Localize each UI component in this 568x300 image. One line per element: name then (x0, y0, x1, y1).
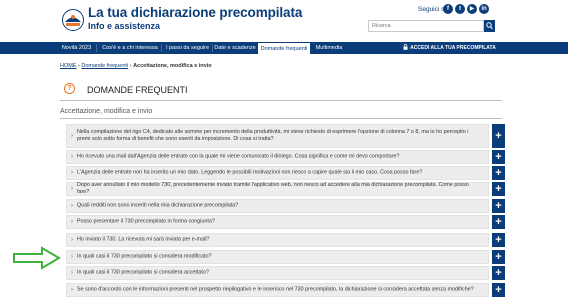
nav-item-domande-frequenti[interactable]: Domande frequenti (258, 42, 310, 54)
faq-item[interactable]: › In quali casi il 730 precompilato si c… (66, 250, 489, 264)
plus-icon: + (495, 284, 502, 296)
breadcrumb: HOME › Domande frequenti › Accettazione,… (60, 63, 212, 69)
chevron-right-icon: › (71, 154, 73, 160)
breadcrumb-home[interactable]: HOME (60, 63, 77, 69)
access-precompilata-button[interactable]: ACCEDI ALLA TUA PRECOMPILATA (397, 42, 502, 54)
faq-item[interactable]: › L'Agenzia delle entrate non ha inserit… (66, 166, 489, 180)
breadcrumb-domande-frequenti[interactable]: Domande frequenti (81, 63, 128, 69)
site-title[interactable]: La tua dichiarazione precompilata (88, 5, 302, 20)
faq-item[interactable]: › Ho ricevuto una mail dall'Agenzia dell… (66, 150, 489, 164)
faq-expand-button[interactable]: + (492, 250, 505, 264)
nav-separator (96, 44, 97, 52)
linkedin-icon[interactable]: in (479, 4, 489, 14)
faq-question: Ho inviato il 730. La ricevuta mi sarà i… (77, 236, 210, 243)
faq-expand-button[interactable]: + (492, 150, 505, 164)
nav-item-date-scadenze[interactable]: Date e scadenze (214, 42, 256, 54)
plus-icon: + (495, 251, 502, 263)
lock-icon (403, 44, 408, 50)
chevron-right-icon: › (71, 237, 73, 243)
faq-question: Posso presentare il 730 precompilato in … (77, 218, 215, 225)
search-button[interactable] (484, 20, 495, 32)
faq-question: Quali redditi non sono inseriti nella mi… (77, 202, 239, 209)
nav-item-multimedia[interactable]: Multimedia (313, 42, 345, 54)
nav-item-cos-e[interactable]: Cos'è e a chi interessa (100, 42, 160, 54)
question-icon: ? (64, 83, 75, 94)
chevron-right-icon: › (71, 133, 73, 139)
faq-item[interactable]: › Se sono d'accordo con le informazioni … (66, 283, 489, 297)
plus-icon: + (495, 151, 502, 163)
plus-icon: + (495, 267, 502, 279)
nav-item-novita[interactable]: Novità 2023 (60, 42, 93, 54)
nav-separator (161, 44, 162, 52)
chevron-right-icon: › (71, 186, 73, 192)
faq-item[interactable]: › Dopo aver annullato il mio modello 730… (66, 182, 489, 196)
site-header: La tua dichiarazione precompilata Info e… (0, 0, 568, 42)
chevron-right-icon: › (71, 254, 73, 260)
faq-expand-button[interactable]: + (492, 233, 505, 247)
faq-expand-button[interactable]: + (492, 199, 505, 213)
faq-expand-button[interactable]: + (492, 124, 505, 148)
faq-item[interactable]: › Nella compilazione del rigo C4, dedica… (66, 124, 489, 148)
faq-expand-button[interactable]: + (492, 215, 505, 229)
chevron-right-icon: › (71, 219, 73, 225)
chevron-right-icon: › (71, 287, 73, 293)
faq-question: Ho ricevuto una mail dall'Agenzia delle … (77, 153, 400, 160)
nav-item-passi[interactable]: I passi da seguire (164, 42, 211, 54)
faq-question: Nella compilazione del rigo C4, dedicato… (77, 129, 469, 142)
plus-icon: + (495, 130, 502, 142)
faq-question: In quali casi il 730 precompilato si con… (77, 253, 212, 260)
plus-icon: + (495, 216, 502, 228)
main-nav: Novità 2023 Cos'è e a chi interessa I pa… (0, 42, 568, 54)
search-icon (486, 22, 493, 30)
page-title: DOMANDE FREQUENTI (87, 85, 188, 95)
faq-question: L'Agenzia delle entrate non ha inserito … (77, 169, 423, 176)
plus-icon: + (495, 234, 502, 246)
nav-separator (212, 44, 213, 52)
facebook-icon[interactable]: f (443, 4, 453, 14)
faq-question: Se sono d'accordo con le informazioni pr… (77, 286, 474, 293)
plus-icon: + (495, 183, 502, 195)
faq-expand-button[interactable]: + (492, 182, 505, 196)
breadcrumb-current: Accettazione, modifica e invio (133, 63, 212, 69)
faq-expand-button[interactable]: + (492, 283, 505, 297)
green-arrow-annotation (13, 246, 61, 270)
chevron-right-icon: › (71, 203, 73, 209)
section-subtitle: Accettazione, modifica e invio (60, 108, 153, 115)
site-subtitle: Info e assistenza (88, 21, 161, 31)
plus-icon: + (495, 167, 502, 179)
access-precompilata-label: ACCEDI ALLA TUA PRECOMPILATA (410, 45, 496, 51)
divider (60, 100, 502, 101)
divider (60, 118, 502, 119)
faq-item[interactable]: › In quali casi il 730 precompilato si c… (66, 266, 489, 280)
faq-expand-button[interactable]: + (492, 266, 505, 280)
faq-expand-button[interactable]: + (492, 166, 505, 180)
faq-question: Dopo aver annullato il mio modello 730, … (77, 182, 469, 195)
chevron-right-icon: › (71, 170, 73, 176)
faq-item[interactable]: › Ho inviato il 730. La ricevuta mi sarà… (66, 233, 489, 247)
youtube-icon[interactable]: ▶ (467, 4, 477, 14)
faq-question: In quali casi il 730 precompilato si con… (77, 269, 209, 276)
twitter-icon[interactable]: t (455, 4, 465, 14)
faq-item[interactable]: › Posso presentare il 730 precompilato i… (66, 215, 489, 229)
chevron-right-icon: › (71, 270, 73, 276)
agenzia-entrate-logo[interactable] (62, 9, 84, 31)
faq-item[interactable]: › Quali redditi non sono inseriti nella … (66, 199, 489, 213)
plus-icon: + (495, 200, 502, 212)
search-input[interactable] (368, 20, 484, 32)
